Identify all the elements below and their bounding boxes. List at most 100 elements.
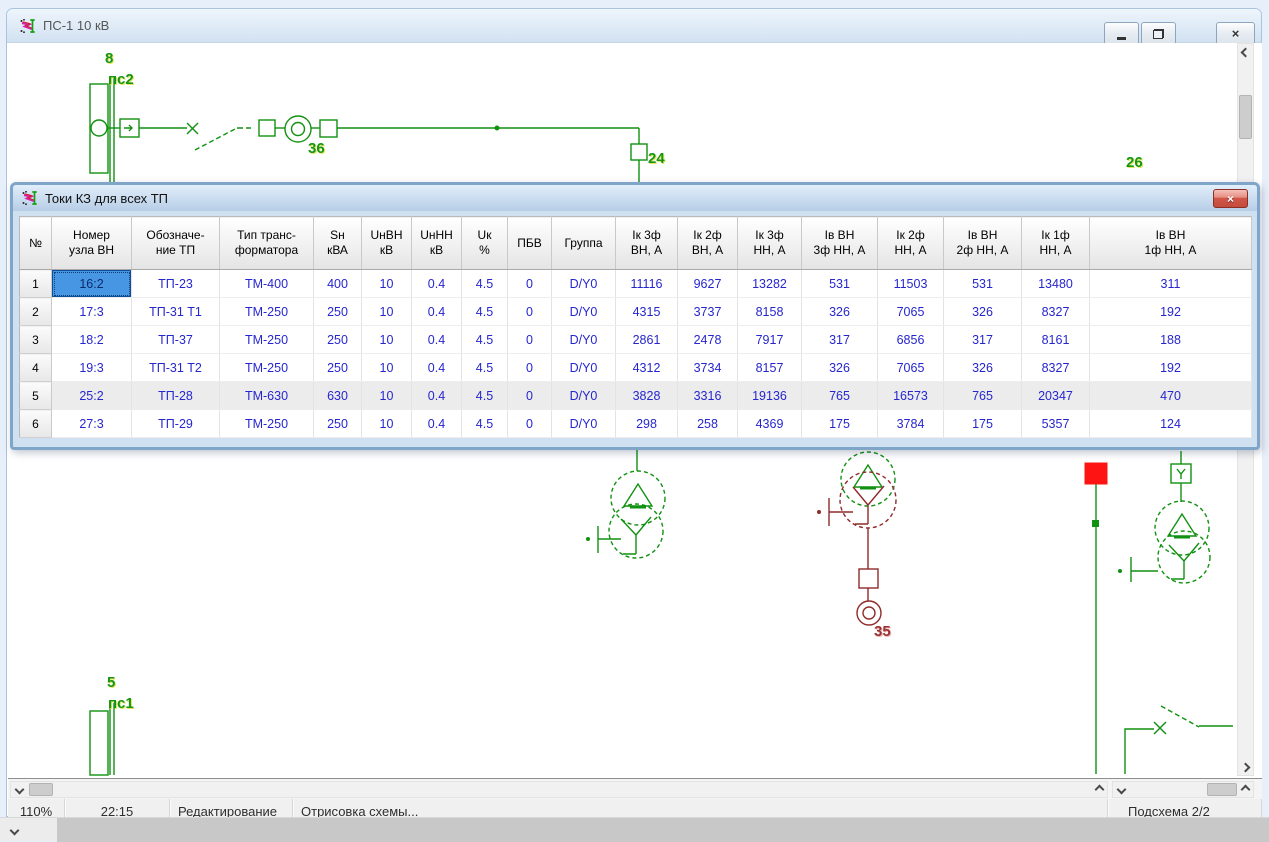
horizontal-scrollbar-right-pane[interactable] <box>1112 781 1254 798</box>
scroll-left-button[interactable] <box>1113 782 1129 797</box>
table-cell[interactable]: 7065 <box>878 354 944 382</box>
table-row[interactable]: 419:3ТП-31 Т2ТМ-250250100.44.50D/Y043123… <box>20 354 1252 382</box>
fault-marker-feeder[interactable] <box>1085 463 1107 774</box>
table-cell[interactable]: ТП-23 <box>132 270 220 298</box>
table-cell[interactable]: 400 <box>314 270 362 298</box>
busbar-ps1[interactable] <box>90 703 114 775</box>
table-cell[interactable]: 470 <box>1090 382 1252 410</box>
table-cell[interactable]: 8161 <box>1022 326 1090 354</box>
table-cell[interactable]: D/Y0 <box>552 354 616 382</box>
table-cell[interactable]: 9627 <box>678 270 738 298</box>
table-cell[interactable]: 18:2 <box>52 326 132 354</box>
table-cell[interactable]: 4.5 <box>462 270 508 298</box>
table-cell[interactable]: 20347 <box>1022 382 1090 410</box>
table-cell[interactable]: 2861 <box>616 326 678 354</box>
table-cell[interactable]: 16:2 <box>52 270 132 298</box>
dialog-close-button[interactable]: × <box>1213 189 1248 208</box>
table-cell[interactable]: 765 <box>944 382 1022 410</box>
table-cell[interactable]: 4.5 <box>462 326 508 354</box>
table-cell[interactable]: 10 <box>362 326 412 354</box>
table-cell[interactable]: 4.5 <box>462 382 508 410</box>
outer-horizontal-scrollbar[interactable] <box>0 817 1269 841</box>
table-cell[interactable]: 175 <box>944 410 1022 438</box>
scroll-down-button[interactable] <box>1238 759 1253 775</box>
table-cell[interactable]: 531 <box>802 270 878 298</box>
table-cell[interactable]: 250 <box>314 354 362 382</box>
table-cell[interactable]: 5357 <box>1022 410 1090 438</box>
table-cell[interactable]: 0.4 <box>412 270 462 298</box>
table-cell[interactable]: 250 <box>314 326 362 354</box>
scroll-right-button[interactable] <box>1091 782 1107 797</box>
table-row[interactable]: 217:3ТП-31 Т1ТМ-250250100.44.50D/Y043153… <box>20 298 1252 326</box>
table-cell[interactable]: 0 <box>508 410 552 438</box>
minimize-button[interactable] <box>1104 22 1139 45</box>
table-row[interactable]: 318:2ТП-37ТМ-250250100.44.50D/Y028612478… <box>20 326 1252 354</box>
table-cell[interactable]: 10 <box>362 382 412 410</box>
table-cell[interactable]: 3784 <box>878 410 944 438</box>
table-cell[interactable]: ТП-37 <box>132 326 220 354</box>
breaker-box[interactable] <box>259 120 275 136</box>
table-cell[interactable]: 250 <box>314 410 362 438</box>
table-cell[interactable]: 8158 <box>738 298 802 326</box>
restore-button[interactable] <box>1141 22 1176 45</box>
table-cell[interactable]: D/Y0 <box>552 410 616 438</box>
table-cell[interactable]: D/Y0 <box>552 298 616 326</box>
table-cell[interactable]: 2478 <box>678 326 738 354</box>
table-cell[interactable]: 0.4 <box>412 410 462 438</box>
table-cell[interactable]: 3828 <box>616 382 678 410</box>
meter-35[interactable] <box>857 601 881 625</box>
table-cell[interactable]: 765 <box>802 382 878 410</box>
table-cell[interactable]: 326 <box>944 298 1022 326</box>
outer-scrollbar-thumb[interactable] <box>57 818 1269 842</box>
table-cell[interactable]: 192 <box>1090 298 1252 326</box>
table-cell[interactable]: 175 <box>802 410 878 438</box>
table-cell[interactable]: D/Y0 <box>552 382 616 410</box>
table-row[interactable]: 116:2ТП-23ТМ-400400100.44.50D/Y011116962… <box>20 270 1252 298</box>
horizontal-scrollbar-left-pane[interactable] <box>10 781 1108 798</box>
outer-scroll-left-button[interactable] <box>4 821 24 839</box>
scroll-left-button[interactable] <box>11 782 27 797</box>
table-cell[interactable]: 7917 <box>738 326 802 354</box>
vertical-scrollbar-thumb[interactable] <box>1239 95 1252 139</box>
main-window-titlebar[interactable]: ПС-1 10 кВ <box>7 9 1261 43</box>
table-cell[interactable]: 0.4 <box>412 326 462 354</box>
table-cell[interactable]: ТМ-400 <box>220 270 314 298</box>
table-cell[interactable]: ТП-31 Т1 <box>132 298 220 326</box>
table-cell[interactable]: 192 <box>1090 354 1252 382</box>
table-cell[interactable]: 317 <box>944 326 1022 354</box>
table-row[interactable]: 627:3ТП-29ТМ-250250100.44.50D/Y029825843… <box>20 410 1252 438</box>
transformer-3[interactable] <box>1118 451 1210 583</box>
scroll-up-button[interactable] <box>1238 44 1253 60</box>
table-cell[interactable]: 10 <box>362 410 412 438</box>
table-cell[interactable]: 326 <box>802 354 878 382</box>
table-cell[interactable]: 531 <box>944 270 1022 298</box>
fault-marker[interactable] <box>1085 463 1107 484</box>
table-cell[interactable]: 8327 <box>1022 354 1090 382</box>
table-cell[interactable]: 3316 <box>678 382 738 410</box>
table-cell[interactable]: 10 <box>362 354 412 382</box>
table-cell[interactable]: 6856 <box>878 326 944 354</box>
table-cell[interactable]: 311 <box>1090 270 1252 298</box>
table-cell[interactable]: 298 <box>616 410 678 438</box>
close-button[interactable]: × <box>1216 22 1255 45</box>
table-cell[interactable]: D/Y0 <box>552 270 616 298</box>
table-cell[interactable]: 250 <box>314 298 362 326</box>
table-cell[interactable]: 4.5 <box>462 354 508 382</box>
table-cell[interactable]: 4369 <box>738 410 802 438</box>
scroll-right-button[interactable] <box>1237 782 1253 797</box>
table-cell[interactable]: 0.4 <box>412 354 462 382</box>
table-cell[interactable]: 25:2 <box>52 382 132 410</box>
breaker-box-24[interactable] <box>631 144 647 160</box>
table-cell[interactable]: 0 <box>508 354 552 382</box>
table-cell[interactable]: 27:3 <box>52 410 132 438</box>
table-cell[interactable]: D/Y0 <box>552 326 616 354</box>
table-cell[interactable]: ТП-31 Т2 <box>132 354 220 382</box>
table-cell[interactable]: 3737 <box>678 298 738 326</box>
dialog-titlebar[interactable]: Токи КЗ для всех ТП <box>13 185 1257 211</box>
table-cell[interactable]: 188 <box>1090 326 1252 354</box>
table-row[interactable]: 525:2ТП-28ТМ-630630100.44.50D/Y038283316… <box>20 382 1252 410</box>
table-cell[interactable]: 0 <box>508 326 552 354</box>
table-cell[interactable]: 4315 <box>616 298 678 326</box>
table-cell[interactable]: 0 <box>508 382 552 410</box>
breaker-box[interactable] <box>859 569 878 588</box>
